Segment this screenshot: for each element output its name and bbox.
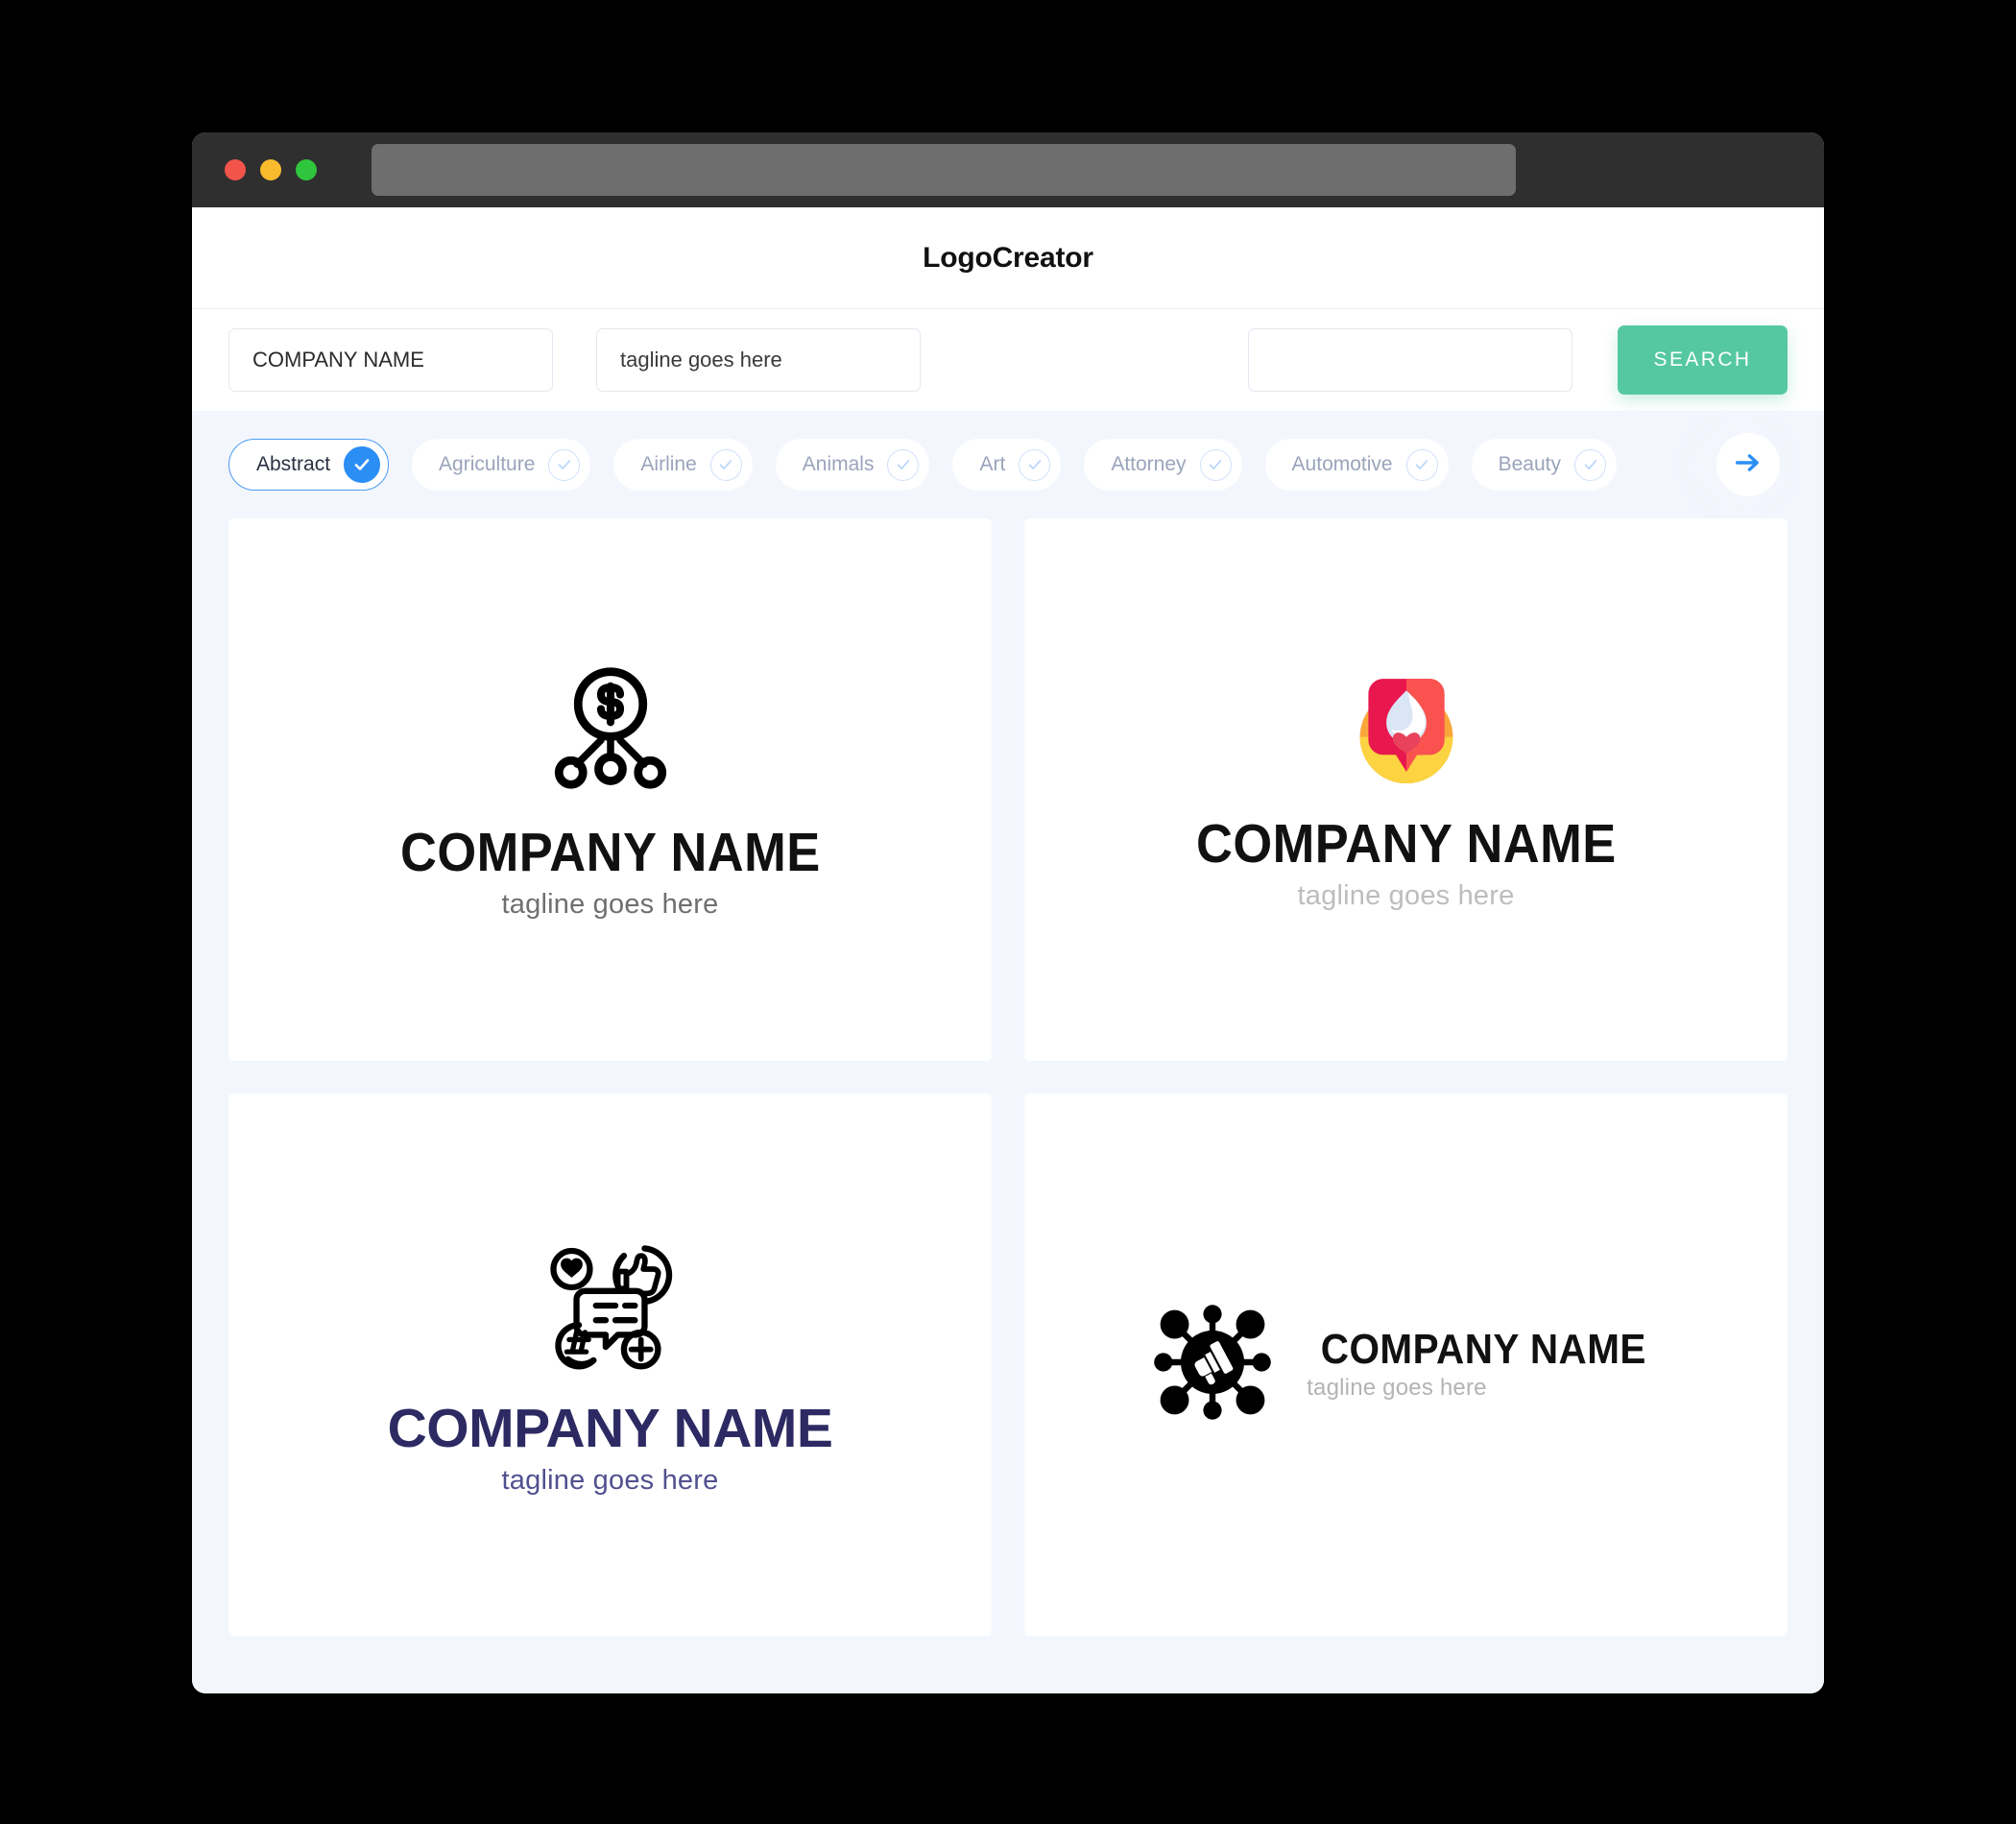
arrow-right-icon [1732,446,1764,484]
app-header: LogoCreator [192,207,1824,309]
check-icon [548,448,581,481]
browser-window: LogoCreator SEARCH Abstract Agriculture … [192,132,1824,1693]
category-filter-strip[interactable]: Abstract Agriculture Airline Animals Art [192,411,1824,518]
check-icon [1019,448,1051,481]
category-chip-label: Automotive [1291,453,1393,475]
logo-card[interactable]: COMPANY NAME tagline goes here [1024,518,1788,1061]
check-icon [709,448,742,481]
browser-titlebar [192,132,1824,207]
category-chip-label: Animals [802,453,875,475]
category-chip-label: Art [979,453,1006,475]
logo-card[interactable]: COMPANY NAME tagline goes here [228,518,992,1061]
category-chip-attorney[interactable]: Attorney [1084,439,1242,491]
logo-tagline: tagline goes here [1307,1374,1487,1401]
company-name-input[interactable] [228,328,553,392]
category-chip-label: Agriculture [439,453,536,475]
logo-company-name: COMPANY NAME [1320,1326,1647,1374]
logo-company-name: COMPANY NAME [399,821,821,883]
category-chip-agriculture[interactable]: Agriculture [412,439,591,491]
app-title: LogoCreator [923,241,1093,274]
check-icon [344,446,381,483]
check-icon [1405,448,1438,481]
search-toolbar: SEARCH [192,309,1824,411]
maximize-window-button[interactable] [296,159,317,180]
keyword-input[interactable] [1248,328,1572,392]
category-chip-beauty[interactable]: Beauty [1471,439,1617,491]
logo-tagline: tagline goes here [1297,880,1515,912]
flame-heart-badge-icon [1178,667,1635,799]
logo-card[interactable]: COMPANY NAME tagline goes here [228,1093,992,1636]
category-chip-label: Abstract [256,453,331,475]
category-chip-airline[interactable]: Airline [613,439,753,491]
category-next-button[interactable] [1716,433,1780,496]
window-controls [225,159,317,180]
category-chip-label: Airline [640,453,697,475]
tagline-input[interactable] [596,328,921,392]
category-chip-label: Attorney [1111,453,1187,475]
social-media-cluster-icon [388,1233,833,1383]
search-button[interactable]: SEARCH [1618,325,1788,395]
dollar-circle-network-icon [382,659,839,807]
category-chip-art[interactable]: Art [952,439,1062,491]
category-chip-label: Beauty [1498,453,1561,475]
minimize-window-button[interactable] [260,159,281,180]
close-window-button[interactable] [225,159,246,180]
logo-tagline: tagline goes here [501,1465,719,1497]
logo-company-name: COMPANY NAME [1195,812,1617,875]
category-chip-animals[interactable]: Animals [775,439,930,491]
check-icon [1574,448,1606,481]
browser-url-bar[interactable] [372,144,1516,196]
check-icon [887,448,920,481]
check-icon [1199,448,1232,481]
category-chip-automotive[interactable]: Automotive [1264,439,1449,491]
logo-tagline: tagline goes here [501,889,719,921]
logo-results-grid: COMPANY NAME tagline goes here COMPANY N… [192,518,1824,1693]
logo-card[interactable]: COMPANY NAME tagline goes here [1024,1093,1788,1636]
megaphone-network-icon [1151,1301,1274,1428]
logo-company-name: COMPANY NAME [387,1397,833,1459]
category-chip-abstract[interactable]: Abstract [228,439,390,491]
